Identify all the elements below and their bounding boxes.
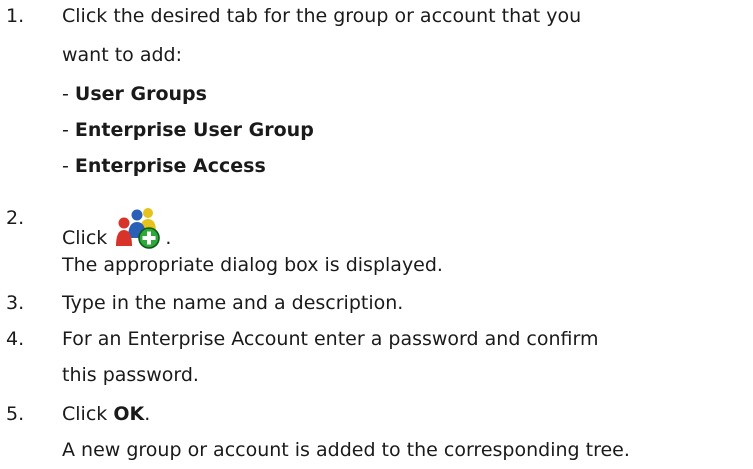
step-5-text: Click OK. bbox=[62, 402, 150, 426]
step-2-number: 2. bbox=[6, 207, 25, 229]
instruction-page: 1. Click the desired tab for the group o… bbox=[0, 0, 753, 469]
step-3-number: 3. bbox=[6, 292, 25, 314]
option-enterprise-user-group: - Enterprise User Group bbox=[62, 118, 314, 142]
option-prefix: - bbox=[62, 83, 75, 105]
step-4-number: 4. bbox=[6, 328, 25, 350]
option-label: Enterprise User Group bbox=[74, 119, 314, 141]
ok-label: OK bbox=[113, 403, 145, 425]
option-user-groups: - User Groups bbox=[62, 82, 207, 106]
step-5-result: A new group or account is added to the c… bbox=[62, 439, 630, 461]
step-5-click-text: Click bbox=[62, 403, 114, 425]
option-prefix: - bbox=[62, 119, 75, 141]
option-prefix: - bbox=[62, 155, 75, 177]
step-3-text: Type in the name and a description. bbox=[62, 292, 404, 314]
add-user-group-icon bbox=[115, 206, 165, 250]
step-4-text-line-1: For an Enterprise Account enter a passwo… bbox=[62, 328, 599, 350]
step-5-number: 5. bbox=[6, 403, 25, 425]
option-label: Enterprise Access bbox=[74, 155, 266, 177]
step-4-text-line-2: this password. bbox=[62, 364, 199, 386]
option-label: User Groups bbox=[74, 83, 207, 105]
step-2-period: . bbox=[165, 227, 172, 249]
step-2-result: The appropriate dialog box is displayed. bbox=[62, 254, 443, 276]
step-1-text-line-1: Click the desired tab for the group or a… bbox=[62, 5, 582, 27]
step-2-click-text: Click bbox=[62, 227, 114, 249]
step-2-text: Click . bbox=[62, 206, 171, 250]
step-5-period: . bbox=[144, 403, 151, 425]
step-1-text-line-2: want to add: bbox=[62, 44, 182, 66]
option-enterprise-access: - Enterprise Access bbox=[62, 154, 266, 178]
step-1-number: 1. bbox=[6, 5, 25, 27]
